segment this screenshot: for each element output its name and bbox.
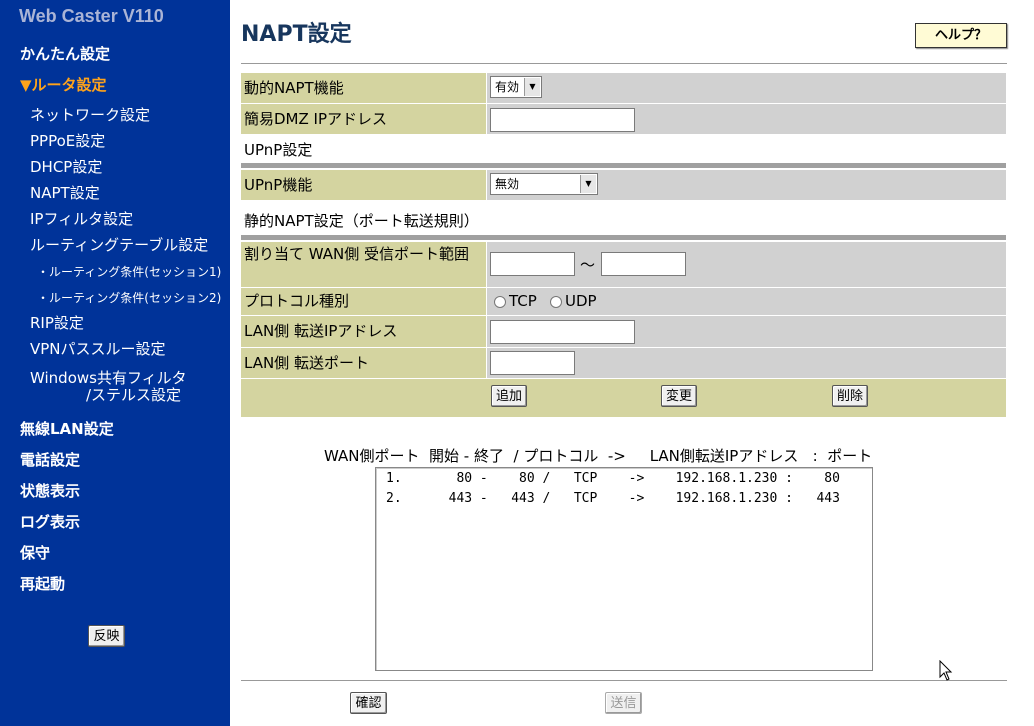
- lan-ip-input[interactable]: [490, 320, 635, 344]
- dynamic-napt-label: 動的NAPT機能: [241, 73, 486, 103]
- confirm-button[interactable]: 確認: [350, 692, 387, 714]
- protocol-cell: TCP UDP: [487, 288, 1006, 315]
- protocol-udp-option[interactable]: UDP: [550, 292, 597, 310]
- static-napt-section-bar: [241, 235, 1006, 240]
- wan-port-label: 割り当て WAN側 受信ポート範囲: [241, 242, 486, 287]
- sidebar-item-wireless-lan[interactable]: 無線LAN設定: [20, 418, 114, 439]
- lan-ip-label: LAN側 転送IPアドレス: [241, 316, 486, 347]
- help-button[interactable]: ヘルプ？: [915, 23, 1007, 48]
- sidebar-item-maintenance[interactable]: 保守: [20, 542, 50, 563]
- chevron-down-icon: ▼: [524, 78, 540, 96]
- list-item[interactable]: 1. 80 - 80 / TCP -> 192.168.1.230 : 80: [386, 471, 840, 486]
- sidebar-item-routing-table[interactable]: ルーティングテーブル設定: [30, 234, 208, 255]
- windows-filter-line2: /ステルス設定: [86, 386, 182, 404]
- sidebar-item-network[interactable]: ネットワーク設定: [30, 104, 150, 125]
- sidebar-item-ip-filter[interactable]: IPフィルタ設定: [30, 208, 133, 229]
- upnp-cell: 無効 ▼: [487, 170, 1006, 200]
- udp-radio[interactable]: [550, 295, 562, 308]
- lan-port-input[interactable]: [490, 351, 575, 375]
- sidebar-item-router-setup[interactable]: ▼ルータ設定: [20, 74, 107, 95]
- lan-port-cell: [487, 348, 1006, 378]
- sidebar-item-easy-setup[interactable]: かんたん設定: [20, 43, 110, 64]
- dmz-label: 簡易DMZ IPアドレス: [241, 104, 486, 134]
- sidebar-item-napt[interactable]: NAPT設定: [30, 182, 100, 203]
- mouse-cursor-icon: [939, 660, 953, 681]
- action-row: [241, 379, 1006, 417]
- range-separator: 〜: [580, 256, 596, 274]
- wan-port-to-input[interactable]: [601, 252, 686, 276]
- wan-port-cell: 〜: [487, 242, 1006, 287]
- sidebar-item-rip[interactable]: RIP設定: [30, 312, 84, 333]
- sidebar: Web Caster V110 かんたん設定 ▼ルータ設定 ネットワーク設定 P…: [0, 0, 230, 726]
- upnp-section-title: UPnP設定: [244, 141, 313, 159]
- sidebar-item-status[interactable]: 状態表示: [20, 480, 80, 501]
- rule-list[interactable]: 1. 80 - 80 / TCP -> 192.168.1.230 : 80 2…: [375, 467, 873, 671]
- upnp-section-bar: [241, 163, 1006, 168]
- upnp-select[interactable]: 無効 ▼: [490, 173, 598, 195]
- list-item[interactable]: 2. 443 - 443 / TCP -> 192.168.1.230 : 44…: [386, 491, 840, 506]
- sidebar-item-restart[interactable]: 再起動: [20, 573, 65, 594]
- sidebar-item-windows-filter[interactable]: Windows共有フィルタ /ステルス設定: [30, 367, 187, 404]
- footer-divider: [241, 680, 1007, 681]
- chevron-down-icon: ▼: [580, 175, 596, 193]
- sidebar-item-routing-session1[interactable]: ・ルーティング条件(セッション1): [37, 263, 230, 280]
- product-name: Web Caster V110: [19, 6, 164, 26]
- sidebar-item-phone[interactable]: 電話設定: [20, 449, 80, 470]
- windows-filter-line1: Windows共有フィルタ: [30, 369, 187, 387]
- delete-button[interactable]: 削除: [832, 385, 868, 407]
- dynamic-napt-select[interactable]: 有効 ▼: [490, 76, 542, 98]
- tcp-radio[interactable]: [494, 295, 506, 308]
- send-button[interactable]: 送信: [605, 692, 642, 714]
- add-button[interactable]: 追加: [491, 385, 527, 407]
- apply-button[interactable]: 反映: [88, 625, 125, 647]
- sidebar-item-vpn-passthrough[interactable]: VPNパススルー設定: [30, 338, 166, 359]
- static-napt-section-title: 静的NAPT設定（ポート転送規則）: [244, 212, 479, 230]
- protocol-label: プロトコル種別: [241, 288, 486, 315]
- wan-port-from-input[interactable]: [490, 252, 575, 276]
- rule-list-header: WAN側ポート 開始 - 終了 / プロトコル -> LAN側転送IPアドレス …: [324, 447, 873, 465]
- dynamic-napt-cell: 有効 ▼: [487, 73, 1006, 103]
- title-divider: [241, 63, 1007, 64]
- upnp-value: 無効: [495, 177, 520, 191]
- change-button[interactable]: 変更: [661, 385, 697, 407]
- udp-label: UDP: [565, 292, 597, 310]
- sidebar-item-dhcp[interactable]: DHCP設定: [30, 156, 102, 177]
- tcp-label: TCP: [509, 292, 537, 310]
- upnp-label: UPnP機能: [241, 170, 486, 200]
- protocol-tcp-option[interactable]: TCP: [494, 292, 537, 310]
- sidebar-item-routing-session2[interactable]: ・ルーティング条件(セッション2): [37, 289, 230, 306]
- sidebar-item-log[interactable]: ログ表示: [20, 511, 80, 532]
- lan-port-label: LAN側 転送ポート: [241, 348, 486, 378]
- dmz-ip-input[interactable]: [490, 108, 635, 132]
- sidebar-item-pppoe[interactable]: PPPoE設定: [30, 130, 105, 151]
- dynamic-napt-value: 有効: [495, 80, 520, 94]
- dmz-cell: [487, 104, 1006, 134]
- page-title: NAPT設定: [241, 22, 352, 47]
- lan-ip-cell: [487, 316, 1006, 347]
